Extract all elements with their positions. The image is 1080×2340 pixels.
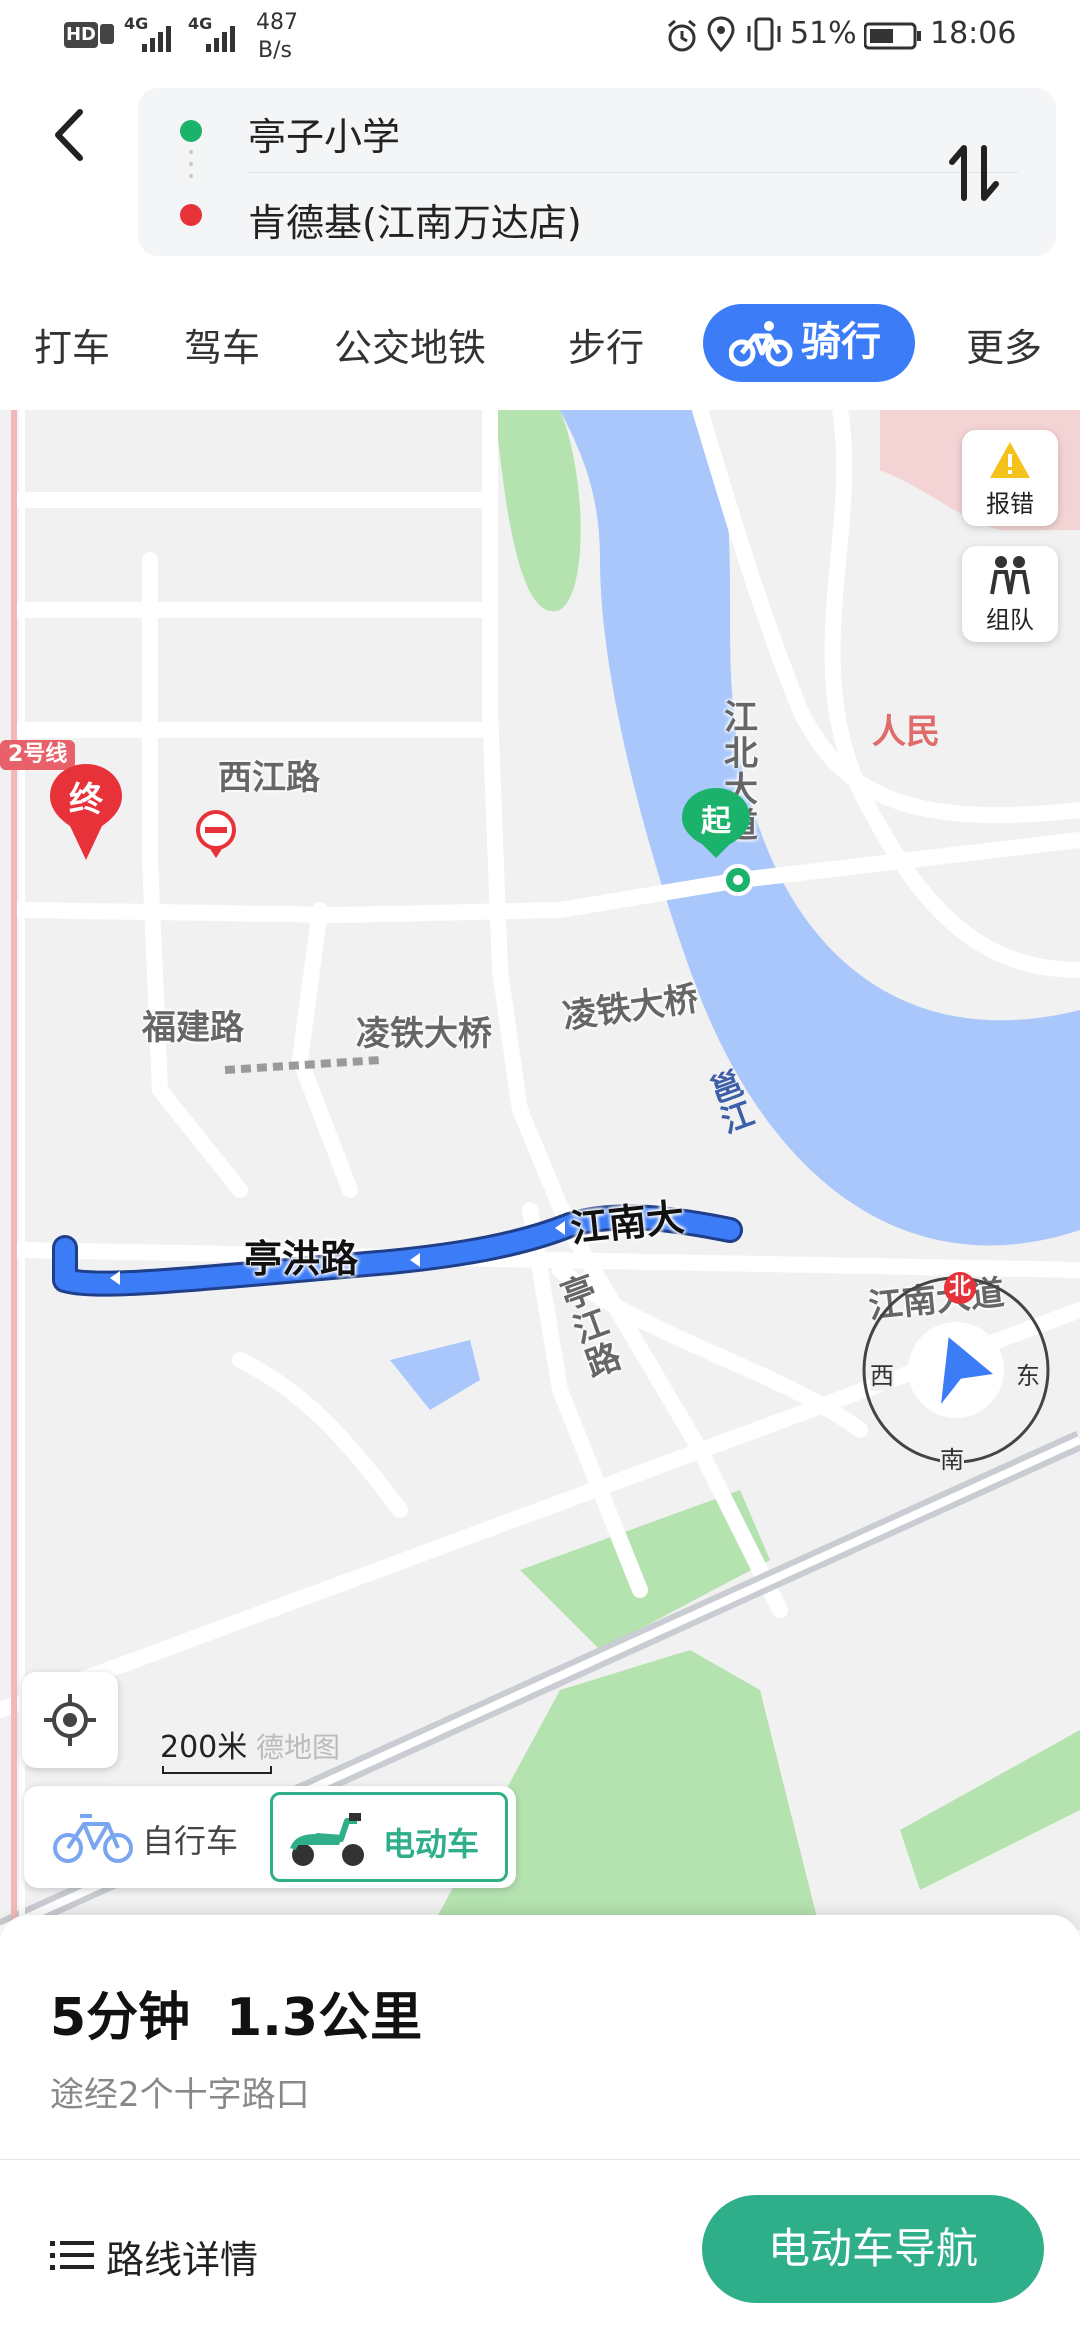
route-divider: [248, 172, 1018, 173]
tab-taxi[interactable]: 打车: [34, 318, 110, 378]
signal-icon: [142, 26, 171, 52]
ebike-label: 电动车: [383, 1825, 480, 1863]
warning-icon: [990, 442, 1030, 478]
ebike-option[interactable]: 电动车: [270, 1792, 508, 1882]
back-icon[interactable]: [40, 100, 100, 170]
origin-input[interactable]: 亭子小学: [248, 106, 400, 161]
team-label: 组队: [986, 606, 1034, 634]
route-input-box: 亭子小学 肯德基(江南万达店): [138, 88, 1056, 256]
tab-cycling-label: 骑行: [801, 319, 881, 365]
location-icon: [707, 16, 735, 53]
clock: 18:06: [930, 16, 1017, 51]
status-bar: HD 4G 4G 487 B/s 51% 18:06: [0, 0, 1080, 76]
compass[interactable]: 北 南 西 东: [858, 1272, 1054, 1475]
net-speed-unit: B/s: [258, 38, 292, 63]
signal-icon-2: [206, 26, 235, 52]
compass-north: 北: [944, 1272, 976, 1304]
tab-cycling[interactable]: 骑行: [703, 304, 915, 382]
start-marker-label: 起: [701, 804, 731, 839]
origin-dot: [180, 120, 202, 142]
bicycle-option[interactable]: 自行车: [24, 1786, 268, 1888]
swap-icon[interactable]: [946, 138, 1002, 208]
report-error-label: 报错: [986, 490, 1034, 518]
map-label-lingtie-bridge-1: 凌铁大桥: [356, 1014, 492, 1054]
hd-badge: HD: [64, 22, 98, 48]
battery-percent: 51%: [790, 16, 857, 51]
route-via: 途经2个十字路口: [50, 2075, 310, 2115]
route-details-label: 路线详情: [106, 2238, 259, 2282]
bike-icon: [729, 321, 793, 367]
tab-transit[interactable]: 公交地铁: [334, 318, 486, 378]
route-summary-sheet: 5分钟 1.3公里 途经2个十字路口 路线详情 电动车导航: [0, 1915, 1080, 2340]
route-duration: 5分钟: [50, 1988, 191, 2048]
map-scale: 200米: [160, 1730, 248, 1765]
no-entry-icon: [196, 810, 236, 858]
compass-east: 东: [1016, 1356, 1040, 1391]
map-label-xijiang-road: 西江路: [218, 758, 320, 798]
team-icon: [990, 556, 1030, 595]
bicycle-icon: [53, 1814, 133, 1863]
map-canvas: [0, 410, 1080, 1930]
ebike-navigation-button[interactable]: 电动车导航: [702, 2195, 1044, 2303]
end-marker-label: 终: [69, 780, 103, 820]
ebike-icon: [290, 1813, 364, 1866]
vehicle-toggle: 自行车 电动车: [24, 1786, 516, 1888]
destination-input[interactable]: 肯德基(江南万达店): [248, 192, 582, 247]
map-watermark: 德地图: [256, 1731, 341, 1764]
map-view[interactable]: 2号线 西江路 福建路 凌铁大桥 凌铁大桥 江北大道 邕江 人民 江南大道 亭江…: [0, 410, 1080, 1930]
bicycle-label: 自行车: [142, 1822, 239, 1860]
scale-bar: [162, 1766, 272, 1774]
route-distance: 1.3公里: [226, 1988, 423, 2048]
destination-dot: [180, 204, 202, 226]
map-label-fujian-road: 福建路: [142, 1008, 244, 1048]
tab-drive[interactable]: 驾车: [184, 318, 260, 378]
end-marker[interactable]: 终: [48, 762, 124, 862]
report-error-button[interactable]: 报错: [962, 430, 1058, 526]
compass-south: 南: [940, 1440, 964, 1475]
tab-walk[interactable]: 步行: [568, 318, 644, 378]
team-button[interactable]: 组队: [962, 546, 1058, 642]
map-label-renmin: 人民: [872, 712, 940, 752]
map-label-tinghong-road: 亭洪路: [244, 1237, 359, 1281]
locate-button[interactable]: [22, 1672, 118, 1768]
tab-more[interactable]: 更多: [966, 318, 1042, 378]
vibrate-icon: [747, 17, 781, 51]
alarm-icon: [668, 19, 696, 52]
start-marker[interactable]: 起: [680, 786, 752, 896]
net-speed-value: 487: [256, 10, 298, 35]
sheet-divider: [0, 2159, 1080, 2160]
battery-icon: [864, 22, 921, 50]
list-icon: [50, 2241, 94, 2270]
compass-west: 西: [870, 1356, 894, 1391]
sim-badge: [100, 24, 114, 44]
crosshair-icon: [44, 1694, 96, 1746]
